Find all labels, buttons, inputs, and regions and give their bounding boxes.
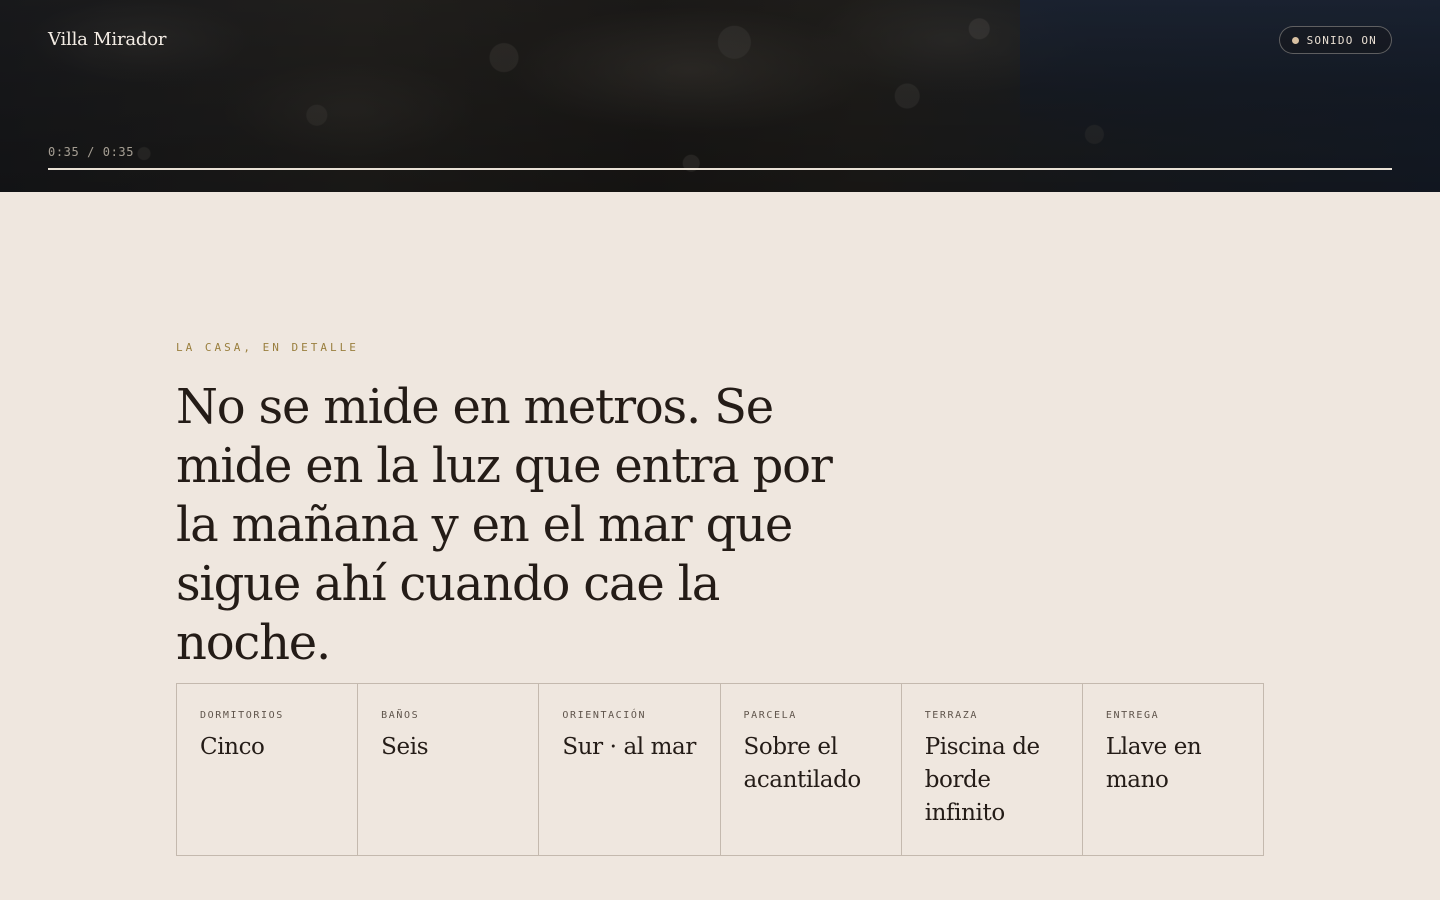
spec-value: Seis [381, 734, 429, 760]
video-progress-fill [48, 168, 1392, 170]
spec-label: BAÑOS [381, 710, 420, 721]
video-time-readout: 0:35 / 0:35 [48, 145, 135, 159]
spec-label: ORIENTACIÓN [562, 710, 647, 721]
spec-cell-banos: BAÑOS Seis [358, 684, 540, 855]
spec-cell-terraza: TERRAZA Piscina de borde infinito [902, 684, 1083, 855]
spec-cell-orientacion: ORIENTACIÓN Sur · al mar [539, 684, 721, 855]
spec-label: ENTREGA [1105, 710, 1160, 721]
spec-value: Piscina de borde infinito [924, 734, 1040, 826]
hero-video[interactable]: Villa Mirador SONIDO ON 0:35 / 0:35 [0, 0, 1440, 192]
section-eyebrow: LA CASA, EN DETALLE [176, 341, 359, 354]
brand-logo[interactable]: Villa Mirador [48, 29, 166, 50]
spec-label: DORMITORIOS [200, 710, 284, 721]
spec-label: PARCELA [743, 710, 797, 721]
spec-value: Llave en mano [1105, 734, 1202, 793]
spec-cell-dormitorios: DORMITORIOS Cinco [177, 684, 359, 855]
spec-value: Sur · al mar [562, 734, 696, 760]
spec-value: Cinco [200, 734, 265, 760]
sound-toggle-button[interactable]: SONIDO ON [1278, 26, 1392, 54]
section-headline: No se mide en metros. Se mide en la luz … [176, 379, 833, 671]
video-progress-bar[interactable] [48, 168, 1392, 170]
spec-cell-entrega: ENTREGA Llave en mano [1083, 684, 1263, 855]
video-overlay [0, 0, 1440, 192]
spec-value: Sobre el acantilado [743, 734, 862, 793]
spec-grid: DORMITORIOS Cinco BAÑOS Seis ORIENTACIÓN… [176, 683, 1264, 856]
sound-indicator-icon [1291, 36, 1299, 44]
sound-toggle-label: SONIDO ON [1306, 33, 1377, 47]
spec-label: TERRAZA [924, 710, 979, 721]
spec-cell-parcela: PARCELA Sobre el acantilado [721, 684, 902, 855]
